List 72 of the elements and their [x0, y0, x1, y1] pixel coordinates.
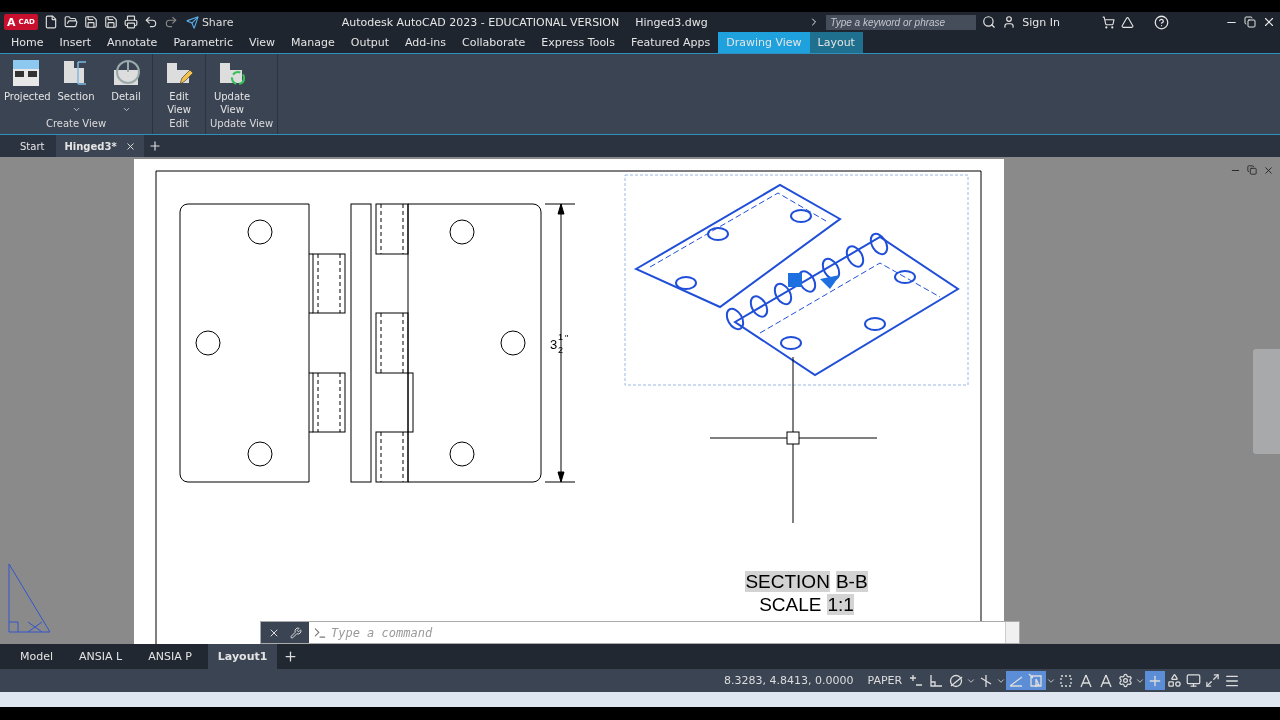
ribbon-tab[interactable]: Add-ins	[397, 32, 455, 53]
ribbon-button[interactable]: Projected	[2, 56, 50, 116]
ribbon-tab[interactable]: Featured Apps	[622, 32, 719, 53]
ribbon-button[interactable]: Edit View	[155, 56, 203, 116]
search-field[interactable]: Type a keyword or phrase	[826, 14, 977, 30]
ribbon-tab[interactable]: Home	[3, 32, 52, 53]
viewport-close-icon[interactable]	[1263, 165, 1274, 176]
cursor-coordinates: 8.3283, 4.8413, 0.0000	[723, 674, 855, 687]
help-icon[interactable]	[1154, 14, 1169, 30]
plus-minus-icon	[908, 672, 925, 689]
new-file-icon[interactable]	[43, 15, 58, 29]
ribbon-button[interactable]: Detail	[102, 56, 150, 116]
user-icon	[1002, 15, 1017, 29]
ribbon-button[interactable]: Update View	[208, 56, 256, 116]
ribbon-tab[interactable]: Express Tools	[533, 32, 623, 53]
restore-icon[interactable]	[1244, 16, 1256, 28]
print-icon[interactable]	[123, 15, 138, 29]
save-as-icon[interactable]	[103, 15, 118, 29]
view-caption: SCALE	[759, 594, 822, 615]
ribbon-tab[interactable]: Parametric	[165, 32, 241, 53]
cart-icon[interactable]	[1102, 15, 1115, 29]
ribbon-tab[interactable]: Output	[342, 32, 397, 53]
ribbon-tab[interactable]: View	[240, 32, 284, 53]
shapes-icon	[1167, 673, 1183, 688]
monitor-icon	[1186, 673, 1202, 688]
open-folder-icon[interactable]	[63, 15, 78, 29]
sheet-tab[interactable]: ANSIA L	[69, 644, 133, 669]
view-caption: B-B	[835, 571, 868, 592]
ribbon-tab[interactable]: Annotate	[99, 32, 166, 53]
fullscreen-icon	[1205, 673, 1221, 688]
paper-plane-icon	[185, 15, 199, 29]
status-toggle[interactable]	[1006, 671, 1027, 690]
detail-view-icon	[111, 58, 141, 88]
space-toggle[interactable]: PAPER	[863, 674, 907, 687]
close-icon[interactable]	[1262, 15, 1276, 29]
ucs-icon	[6, 562, 52, 634]
ribbon-tab[interactable]: Collaborate	[454, 32, 534, 53]
file-tab[interactable]: Start	[12, 135, 53, 157]
dashed-selection-icon	[1058, 672, 1075, 689]
file-tab[interactable]: Hinged3*	[56, 135, 144, 157]
sheet-tab[interactable]: Model	[10, 644, 64, 669]
terminal-icon[interactable]	[313, 625, 327, 640]
sheet-tab[interactable]: Layout1	[207, 644, 278, 669]
viewport-restore-icon[interactable]	[1247, 165, 1257, 175]
ribbon-button[interactable]: Section	[52, 56, 100, 116]
panel-title: Edit	[168, 117, 190, 131]
polar-icon	[948, 672, 965, 689]
ribbon-tab[interactable]: Layout	[809, 32, 863, 53]
save-icon[interactable]	[83, 15, 98, 29]
ribbon-tab[interactable]: Manage	[283, 32, 343, 53]
triangle-icon[interactable]	[1121, 15, 1134, 29]
selection-icon	[1028, 672, 1045, 689]
view-caption: 1:1	[827, 594, 854, 615]
status-toggle[interactable]	[1145, 671, 1166, 690]
wrench-icon[interactable]	[290, 626, 302, 639]
sheet-tab[interactable]: ANSIA P	[138, 644, 202, 669]
view-grid-icon	[11, 58, 41, 88]
right-angle-icon	[928, 672, 945, 689]
panel-title: Update View	[209, 117, 275, 131]
settings-icon	[1118, 673, 1134, 688]
status-toggle[interactable]	[1026, 671, 1047, 690]
redo-icon[interactable]	[163, 15, 178, 29]
window-title: Autodesk AutoCAD 2023 - EDUCATIONAL VERSION	[341, 15, 620, 29]
sign-in-link[interactable]: Sign In	[1022, 15, 1060, 29]
undo-icon[interactable]	[143, 15, 158, 29]
panel-title: Create View	[44, 117, 108, 131]
search-icon[interactable]	[982, 15, 997, 29]
close-tab-icon[interactable]	[124, 140, 136, 152]
file-name: Hinged3.dwg	[635, 15, 708, 29]
share-button[interactable]: Share	[183, 15, 236, 29]
ribbon-tab[interactable]: Insert	[51, 32, 100, 53]
view-caption: SECTION	[745, 571, 830, 592]
